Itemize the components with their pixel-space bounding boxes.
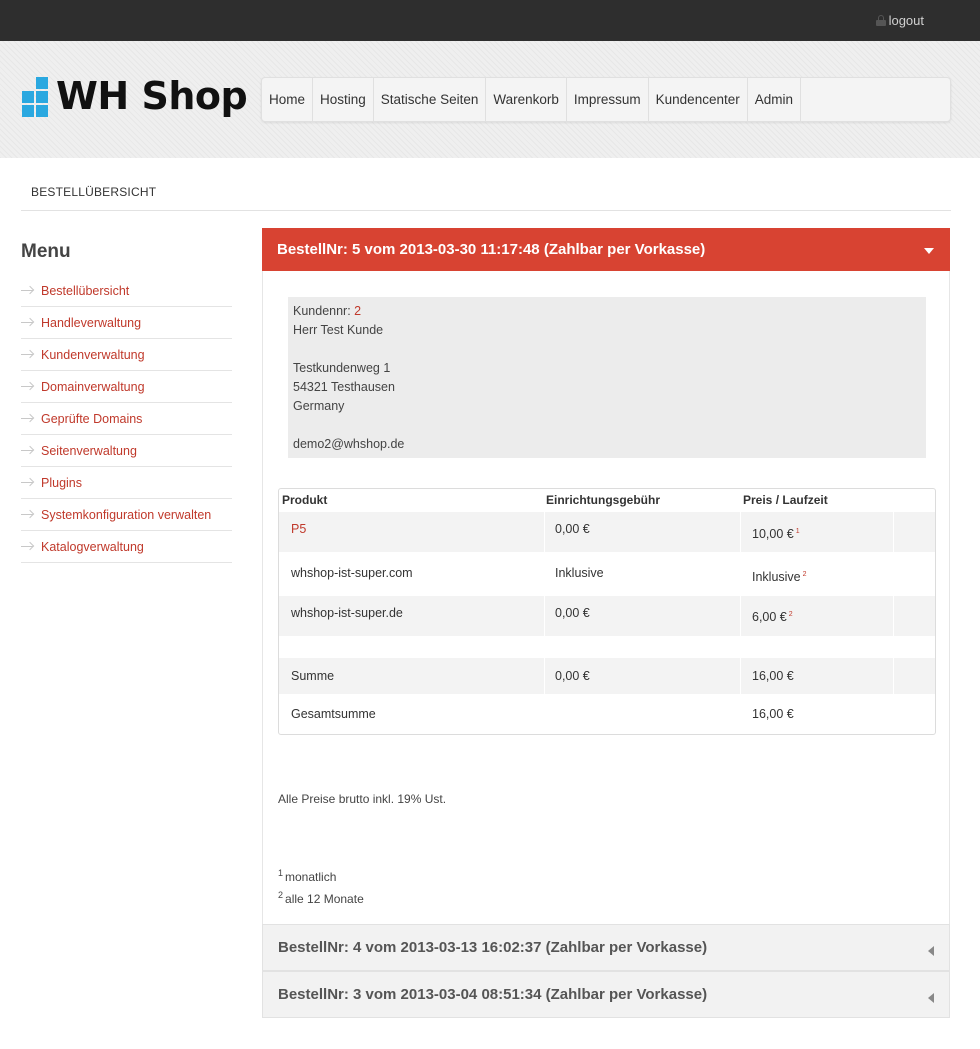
caret-left-icon — [928, 946, 934, 956]
price-note: Alle Preise brutto inkl. 19% Ust. — [278, 792, 447, 806]
sidebar-item-domain-management[interactable]: Domainverwaltung — [21, 371, 232, 403]
lock-icon — [875, 15, 886, 26]
arrow-right-icon — [21, 450, 33, 451]
brand-name: WH Shop — [56, 74, 248, 118]
sidebar-item-label: Handleverwaltung — [41, 315, 142, 330]
total-price: 16,00 € — [752, 707, 794, 721]
footnote-mark: 2 — [278, 890, 284, 900]
customer-street: Testkundenweg 1 — [293, 361, 391, 375]
order-accordion-header-active[interactable]: BestellNr: 5 vom 2013-03-30 11:17:48 (Za… — [262, 228, 950, 271]
nav-static-pages[interactable]: Statische Seiten — [374, 78, 487, 121]
sidebar-item-label: Plugins — [41, 475, 82, 490]
sidebar-item-label: Seitenverwaltung — [41, 443, 137, 458]
total-label: Gesamtsumme — [291, 707, 376, 721]
customer-city: 54321 Testhausen — [293, 380, 395, 394]
order-title: BestellNr: 4 vom 2013-03-13 16:02:37 (Za… — [278, 939, 708, 956]
caret-left-icon — [928, 993, 934, 1003]
customer-name: Herr Test Kunde — [293, 323, 384, 337]
arrow-right-icon — [21, 514, 33, 515]
setup-fee-value: 0,00 € — [555, 606, 590, 620]
customer-number-line: Kundennr: 2 — [293, 302, 921, 321]
footnote-mark: 1 — [278, 868, 284, 878]
setup-fee-value: 0,00 € — [555, 522, 590, 536]
footnote-text: alle 12 Monate — [285, 892, 364, 906]
arrow-right-icon — [21, 322, 33, 323]
footnote-text: monatlich — [285, 870, 337, 884]
price-value: 6,00 € — [752, 610, 787, 624]
footnote: 2 alle 12 Monate — [278, 890, 364, 906]
table-row: whshop-ist-super.de 0,00 € 6,00 €2 — [279, 596, 935, 636]
price-value: Inklusive — [752, 570, 801, 584]
logo-squares-icon — [22, 75, 50, 117]
order-items-table: Produkt Einrichtungsgebühr Preis / Laufz… — [278, 488, 936, 735]
product-name: whshop-ist-super.de — [291, 606, 403, 620]
table-row: whshop-ist-super.com Inklusive Inklusive… — [279, 552, 935, 596]
customer-number-label: Kundennr: — [293, 304, 351, 318]
sidebar-item-label: Domainverwaltung — [41, 379, 145, 394]
sidebar-title: Menu — [21, 241, 71, 262]
product-link[interactable]: P5 — [291, 522, 306, 536]
arrow-right-icon — [21, 546, 33, 547]
sidebar-item-handle-management[interactable]: Handleverwaltung — [21, 307, 232, 339]
breadcrumb: BESTELLÜBERSICHT — [31, 185, 157, 199]
order-accordion-header[interactable]: BestellNr: 4 vom 2013-03-13 16:02:37 (Za… — [262, 924, 950, 971]
order-accordion-header[interactable]: BestellNr: 3 vom 2013-03-04 08:51:34 (Za… — [262, 971, 950, 1018]
arrow-right-icon — [21, 482, 33, 483]
column-header-product: Produkt — [282, 493, 328, 507]
table-row: P5 0,00 € 10,00 €1 — [279, 512, 935, 552]
arrow-right-icon — [21, 386, 33, 387]
sidebar-menu: Bestellübersicht Handleverwaltung Kunden… — [21, 275, 232, 563]
sidebar-item-plugins[interactable]: Plugins — [21, 467, 232, 499]
sidebar-item-label: Katalogverwaltung — [41, 539, 144, 554]
caret-down-icon — [924, 248, 934, 254]
logout-link[interactable]: logout — [875, 13, 924, 28]
order-title: BestellNr: 5 vom 2013-03-30 11:17:48 (Za… — [277, 241, 706, 258]
main-nav: Home Hosting Statische Seiten Warenkorb … — [261, 77, 951, 122]
arrow-right-icon — [21, 354, 33, 355]
column-header-price: Preis / Laufzeit — [743, 493, 828, 507]
arrow-right-icon — [21, 290, 33, 291]
sidebar-item-catalog-management[interactable]: Katalogverwaltung — [21, 531, 232, 563]
sidebar-item-page-management[interactable]: Seitenverwaltung — [21, 435, 232, 467]
sum-row: Summe 0,00 € 16,00 € — [279, 658, 935, 694]
price-value: 10,00 € — [752, 527, 794, 541]
arrow-right-icon — [21, 418, 33, 419]
customer-number-link[interactable]: 2 — [354, 304, 361, 318]
sidebar-item-label: Systemkonfiguration verwalten — [41, 507, 212, 522]
sum-label: Summe — [291, 669, 335, 683]
nav-admin[interactable]: Admin — [748, 78, 801, 121]
header: WH Shop Home Hosting Statische Seiten Wa… — [0, 41, 980, 158]
sidebar-item-system-config[interactable]: Systemkonfiguration verwalten — [21, 499, 232, 531]
customer-country: Germany — [293, 399, 345, 413]
sidebar-item-label: Kundenverwaltung — [41, 347, 145, 362]
logo[interactable]: WH Shop — [22, 74, 248, 118]
sidebar-item-checked-domains[interactable]: Geprüfte Domains — [21, 403, 232, 435]
customer-address-box: Kundennr: 2 Herr Test Kunde Testkundenwe… — [288, 297, 926, 458]
total-row: Gesamtsumme 16,00 € — [279, 694, 935, 734]
sum-price: 16,00 € — [752, 669, 794, 683]
sidebar-item-label: Geprüfte Domains — [41, 411, 143, 426]
order-title: BestellNr: 3 vom 2013-03-04 08:51:34 (Za… — [278, 986, 708, 1003]
sidebar-item-customer-management[interactable]: Kundenverwaltung — [21, 339, 232, 371]
top-bar: logout — [0, 0, 980, 41]
nav-customer-center[interactable]: Kundencenter — [649, 78, 748, 121]
logout-label: logout — [888, 13, 924, 28]
footnote-mark: 2 — [788, 610, 793, 618]
setup-fee-value: Inklusive — [555, 566, 604, 580]
column-header-setup-fee: Einrichtungsgebühr — [546, 493, 660, 507]
nav-cart[interactable]: Warenkorb — [486, 78, 567, 121]
sidebar-item-order-overview[interactable]: Bestellübersicht — [21, 275, 232, 307]
customer-email: demo2@whshop.de — [293, 437, 405, 451]
footnote-mark: 1 — [795, 527, 800, 535]
product-name: whshop-ist-super.com — [291, 566, 413, 580]
divider — [21, 210, 951, 211]
nav-imprint[interactable]: Impressum — [567, 78, 649, 121]
sidebar-item-label: Bestellübersicht — [41, 283, 130, 298]
footnote-mark: 2 — [802, 570, 807, 578]
nav-home[interactable]: Home — [262, 78, 314, 121]
sum-setup-fee: 0,00 € — [555, 669, 590, 683]
order-details-panel: Kundennr: 2 Herr Test Kunde Testkundenwe… — [262, 271, 950, 924]
nav-hosting[interactable]: Hosting — [313, 78, 374, 121]
footnote: 1 monatlich — [278, 868, 336, 884]
